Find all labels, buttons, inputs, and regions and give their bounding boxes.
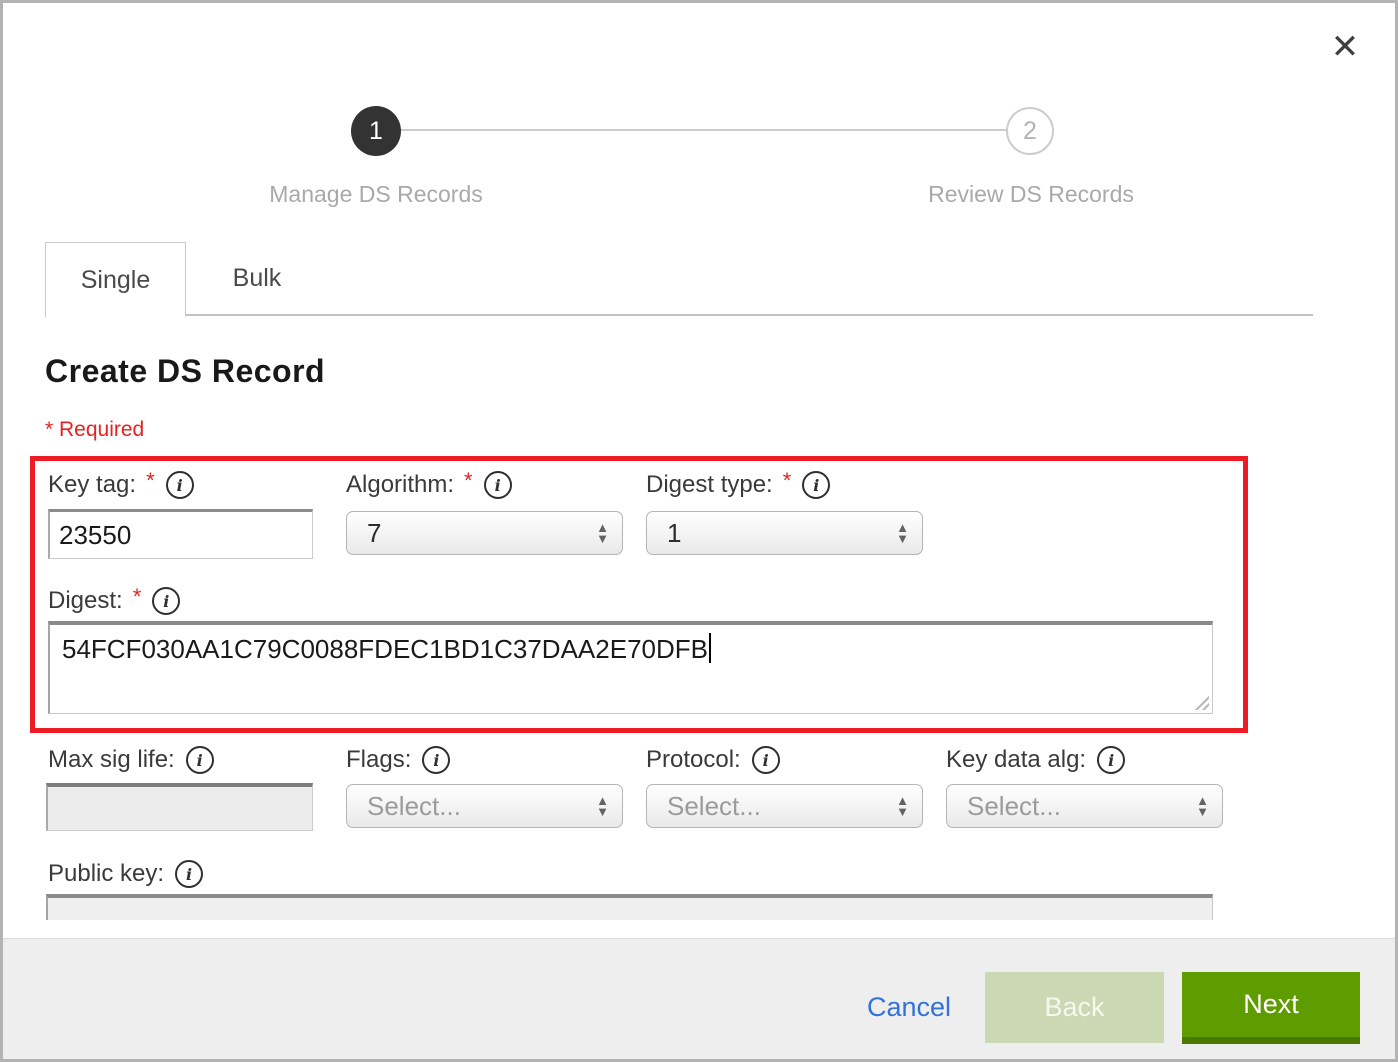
digest-type-label-text: Digest type: — [646, 471, 773, 499]
flags-select-value: Select... — [367, 791, 461, 822]
required-asterisk: * — [783, 468, 792, 494]
tab-single[interactable]: Single — [45, 242, 186, 317]
max-sig-life-input[interactable] — [46, 783, 313, 831]
digest-label: Digest: * i — [48, 587, 180, 615]
step-2-label: Review DS Records — [821, 181, 1241, 208]
protocol-label: Protocol: i — [646, 746, 780, 774]
algorithm-select-value: 7 — [367, 518, 381, 549]
info-icon[interactable]: i — [484, 471, 512, 499]
public-key-textarea[interactable] — [46, 894, 1213, 920]
key-tag-label-text: Key tag: — [48, 471, 136, 499]
algorithm-label-text: Algorithm: — [346, 471, 454, 499]
resize-grip-icon[interactable] — [1192, 693, 1209, 710]
info-icon[interactable]: i — [752, 746, 780, 774]
page-title: Create DS Record — [45, 353, 325, 390]
key-tag-input[interactable] — [48, 509, 313, 559]
public-key-label-text: Public key: — [48, 860, 164, 888]
back-button[interactable]: Back — [985, 972, 1164, 1043]
close-icon[interactable]: ✕ — [1323, 25, 1367, 69]
key-data-alg-label-text: Key data alg: — [946, 746, 1086, 774]
protocol-select[interactable]: Select... ▲▼ — [646, 784, 923, 828]
select-arrows-icon: ▲▼ — [896, 796, 909, 816]
cancel-link[interactable]: Cancel — [867, 992, 951, 1023]
flags-label-text: Flags: — [346, 746, 411, 774]
algorithm-select[interactable]: 7 ▲▼ — [346, 511, 623, 555]
protocol-select-value: Select... — [667, 791, 761, 822]
info-icon[interactable]: i — [186, 746, 214, 774]
next-button[interactable]: Next — [1182, 972, 1360, 1044]
protocol-label-text: Protocol: — [646, 746, 741, 774]
max-sig-life-label-text: Max sig life: — [48, 746, 175, 774]
info-icon[interactable]: i — [802, 471, 830, 499]
step-1-label: Manage DS Records — [166, 181, 586, 208]
text-cursor — [709, 633, 711, 663]
tab-bulk[interactable]: Bulk — [187, 242, 327, 315]
select-arrows-icon: ▲▼ — [596, 523, 609, 543]
stepper-connector-line — [376, 129, 1031, 131]
key-data-alg-label: Key data alg: i — [946, 746, 1125, 774]
step-1-circle: 1 — [351, 106, 401, 156]
info-icon[interactable]: i — [1097, 746, 1125, 774]
max-sig-life-label: Max sig life: i — [48, 746, 214, 774]
digest-type-select-value: 1 — [667, 518, 681, 549]
digest-label-text: Digest: — [48, 587, 123, 615]
info-icon[interactable]: i — [152, 587, 180, 615]
key-data-alg-select[interactable]: Select... ▲▼ — [946, 784, 1223, 828]
select-arrows-icon: ▲▼ — [896, 523, 909, 543]
select-arrows-icon: ▲▼ — [596, 796, 609, 816]
digest-textarea[interactable]: 54FCF030AA1C79C0088FDEC1BD1C37DAA2E70DFB — [48, 621, 1213, 714]
flags-label: Flags: i — [346, 746, 450, 774]
digest-type-select[interactable]: 1 ▲▼ — [646, 511, 923, 555]
required-asterisk: * — [146, 468, 155, 494]
key-tag-label: Key tag: * i — [48, 471, 194, 499]
info-icon[interactable]: i — [166, 471, 194, 499]
select-arrows-icon: ▲▼ — [1196, 796, 1209, 816]
required-asterisk: * — [133, 584, 142, 610]
create-ds-record-modal: ✕ 1 2 Manage DS Records Review DS Record… — [0, 0, 1398, 1062]
digest-value: 54FCF030AA1C79C0088FDEC1BD1C37DAA2E70DFB — [62, 634, 708, 664]
step-2-circle: 2 — [1006, 107, 1054, 155]
required-note: * Required — [45, 418, 144, 442]
info-icon[interactable]: i — [175, 860, 203, 888]
required-asterisk: * — [464, 468, 473, 494]
info-icon[interactable]: i — [422, 746, 450, 774]
digest-type-label: Digest type: * i — [646, 471, 830, 499]
algorithm-label: Algorithm: * i — [346, 471, 512, 499]
key-data-alg-select-value: Select... — [967, 791, 1061, 822]
flags-select[interactable]: Select... ▲▼ — [346, 784, 623, 828]
public-key-label: Public key: i — [48, 860, 203, 888]
